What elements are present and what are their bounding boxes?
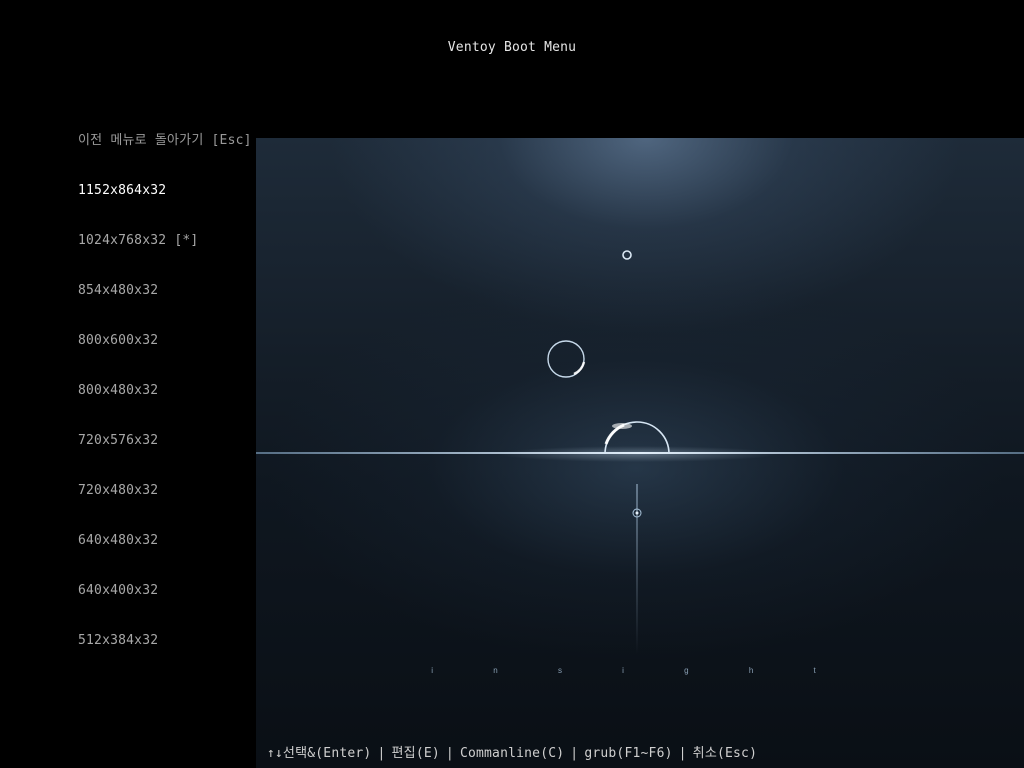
menu-item-800x480[interactable]: 800x480x32 (78, 380, 318, 430)
page-title: Ventoy Boot Menu (447, 40, 577, 55)
menu-item-854x480[interactable]: 854x480x32 (78, 280, 318, 330)
menu-item-640x480[interactable]: 640x480x32 (78, 530, 318, 580)
wallpaper-image: i n s i g h t (256, 138, 1024, 768)
boot-screen: i n s i g h t Ventoy Boot Menu 이전 메뉴로 돌아… (0, 0, 1024, 768)
menu-item-512x384[interactable]: 512x384x32 (78, 630, 318, 680)
separator: | (678, 746, 687, 761)
menu-item-720x576[interactable]: 720x576x32 (78, 430, 318, 480)
grub-hint: grub(F1~F6) (584, 746, 673, 761)
separator: | (445, 746, 454, 761)
resolution-menu: 이전 메뉴로 돌아가기 [Esc] 1152x864x32 1024x768x3… (78, 130, 318, 680)
small-orb-icon (622, 250, 632, 260)
insight-text: i n s i g h t (431, 666, 844, 675)
edit-hint: 편집(E) (391, 746, 440, 761)
cancel-hint: 취소(Esc) (692, 746, 758, 761)
separator: | (570, 746, 579, 761)
separator: | (377, 746, 386, 761)
menu-item-1152x864[interactable]: 1152x864x32 (78, 180, 318, 230)
back-menu-item[interactable]: 이전 메뉴로 돌아가기 [Esc] (78, 130, 318, 180)
menu-item-800x600[interactable]: 800x600x32 (78, 330, 318, 380)
wallpaper-art: i n s i g h t (256, 250, 1024, 675)
commandline-hint: Commanline(C) (459, 746, 565, 761)
key-hints-bar: ↑↓선택&(Enter) | 편집(E) | Commanline(C) | grub(F1… (0, 742, 1024, 761)
menu-item-720x480[interactable]: 720x480x32 (78, 480, 318, 530)
select-hint: ↑↓선택&(Enter) (266, 746, 372, 761)
menu-item-640x400[interactable]: 640x400x32 (78, 580, 318, 630)
menu-item-1024x768[interactable]: 1024x768x32 [*] (78, 230, 318, 280)
